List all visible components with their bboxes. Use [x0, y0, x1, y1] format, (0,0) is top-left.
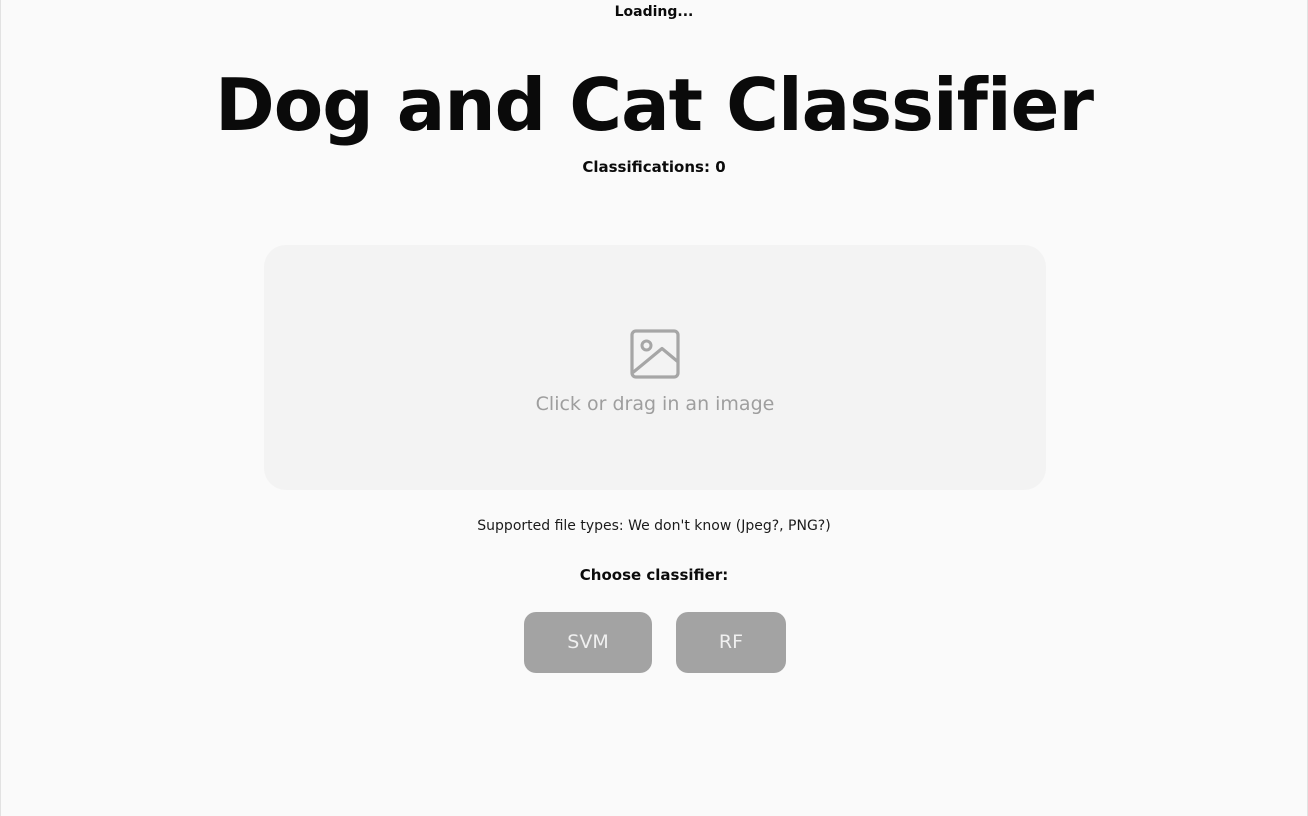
rf-button[interactable]: RF	[676, 612, 786, 673]
classifications-count: Classifications: 0	[582, 158, 726, 176]
page: Loading... Dog and Cat Classifier Classi…	[0, 0, 1308, 816]
supported-file-types: Supported file types: We don't know (Jpe…	[477, 518, 831, 534]
image-icon	[630, 329, 680, 379]
image-dropzone[interactable]: Click or drag in an image	[264, 245, 1046, 490]
page-title: Dog and Cat Classifier	[214, 63, 1094, 147]
loading-status: Loading...	[614, 4, 694, 20]
dropzone-label: Click or drag in an image	[535, 393, 775, 415]
choose-classifier-label: Choose classifier:	[579, 566, 729, 584]
svm-button[interactable]: SVM	[524, 612, 652, 673]
